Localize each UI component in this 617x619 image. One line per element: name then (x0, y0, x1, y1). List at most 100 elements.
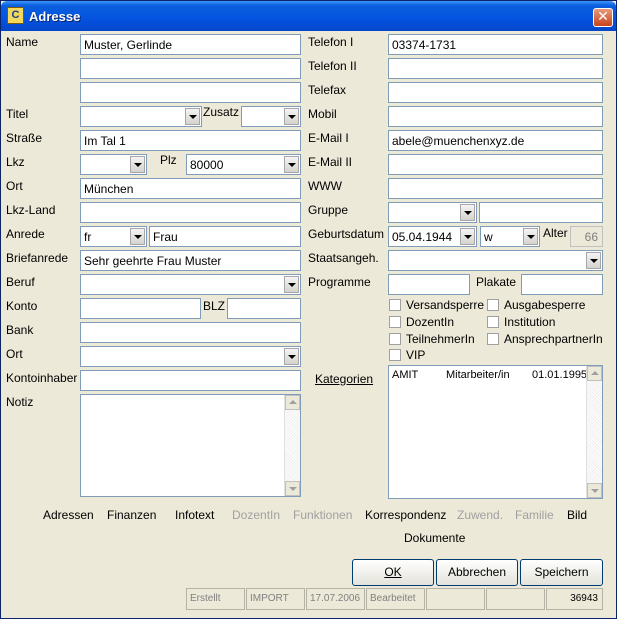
title-bar[interactable]: C Adresse ✕ (1, 1, 616, 31)
anrede-short-value: fr (84, 230, 92, 244)
chevron-down-icon[interactable] (284, 276, 299, 293)
chevron-down-icon[interactable] (130, 156, 145, 173)
beruf-select[interactable] (80, 274, 301, 295)
name-field-3[interactable] (80, 82, 301, 103)
programme-label: Programme (308, 275, 371, 289)
konto-field[interactable] (80, 298, 201, 319)
ort-label: Ort (6, 179, 23, 193)
blz-label: BLZ (203, 299, 226, 313)
lkzland-field[interactable] (80, 202, 301, 223)
mobil-field[interactable] (388, 106, 603, 127)
window-title: Adresse (29, 9, 81, 24)
titel-select[interactable] (80, 106, 202, 127)
anrede-select[interactable]: fr (80, 226, 147, 247)
checkbox-icon[interactable] (487, 299, 499, 311)
alter-field: 66 (570, 226, 603, 247)
tab-finanzen[interactable]: Finanzen (107, 508, 156, 522)
telefon1-field[interactable]: 03374-1731 (388, 34, 603, 55)
tab-familie: Familie (515, 508, 554, 522)
geschlecht-value: w (484, 230, 493, 244)
checkbox-label: Versandsperre (406, 298, 485, 312)
strasse-field[interactable]: Im Tal 1 (80, 130, 301, 151)
gruppe-select[interactable] (388, 202, 477, 223)
chevron-down-icon[interactable] (523, 228, 538, 245)
chevron-down-icon[interactable] (460, 204, 475, 221)
plakate-field[interactable] (521, 274, 603, 295)
blz-field[interactable] (227, 298, 301, 319)
plakate-label: Plakate (476, 275, 517, 289)
checkbox-label: TeilnehmerIn (406, 332, 475, 346)
tab-infotext[interactable]: Infotext (175, 508, 214, 522)
chevron-down-icon[interactable] (284, 348, 299, 365)
kategorien-label[interactable]: Kategorien (315, 372, 373, 386)
geburtsdatum-label: Geburtsdatum (308, 227, 385, 241)
gruppe-text-field[interactable] (479, 202, 603, 223)
status-bearbeitet-label: Bearbeitet (366, 588, 425, 610)
kategorien-list[interactable]: AMIT Mitarbeiter/in 01.01.1995 (388, 365, 603, 499)
checkbox-icon[interactable] (389, 333, 401, 345)
list-item[interactable]: AMIT Mitarbeiter/in 01.01.1995 (389, 369, 588, 383)
geburtsdatum-select[interactable]: 05.04.1944 (388, 226, 477, 247)
name-field-2[interactable] (80, 58, 301, 79)
chevron-down-icon[interactable] (130, 228, 145, 245)
lkz-select[interactable] (80, 154, 147, 175)
checkbox-versandsperre[interactable]: Versandsperre (389, 299, 484, 313)
zusatz-select[interactable] (241, 106, 301, 127)
checkbox-ansprechpartnerin[interactable]: AnsprechpartnerIn (487, 333, 603, 347)
ort2-label: Ort (6, 347, 23, 361)
checkbox-teilnehmerin[interactable]: TeilnehmerIn (389, 333, 475, 347)
chevron-down-icon[interactable] (185, 108, 200, 125)
scroll-down-icon[interactable] (285, 481, 300, 496)
checkbox-vip[interactable]: VIP (389, 349, 425, 363)
ort-field[interactable]: München (80, 178, 301, 199)
tab-bild[interactable]: Bild (567, 508, 587, 522)
email2-field[interactable] (388, 154, 603, 175)
kategorien-scrollbar[interactable] (586, 366, 602, 498)
checkbox-icon[interactable] (487, 316, 499, 328)
scroll-up-icon[interactable] (285, 395, 300, 410)
checkbox-label: VIP (406, 348, 426, 362)
checkbox-ausgabesperre[interactable]: Ausgabesperre (487, 299, 585, 313)
speichern-button[interactable]: Speichern (520, 559, 603, 586)
scroll-up-icon[interactable] (587, 366, 602, 381)
tab-dokumente[interactable]: Dokumente (404, 531, 465, 545)
telefon2-label: Telefon II (308, 59, 357, 73)
tab-adressen[interactable]: Adressen (43, 508, 94, 522)
scroll-down-icon[interactable] (587, 483, 602, 498)
programme-field[interactable] (388, 274, 470, 295)
strasse-label: Straße (6, 131, 43, 145)
notiz-textarea[interactable] (80, 394, 301, 497)
bank-ort-select[interactable] (80, 346, 301, 367)
telefax-field[interactable] (388, 82, 603, 103)
email1-field[interactable]: abele@muenchenxyz.de (388, 130, 603, 151)
chevron-down-icon[interactable] (460, 228, 475, 245)
chevron-down-icon[interactable] (586, 252, 601, 269)
kategorie-date: 01.01.1995 (532, 369, 588, 381)
notiz-scrollbar[interactable] (284, 395, 300, 496)
chevron-down-icon[interactable] (284, 108, 299, 125)
status-bearbeitet-by (426, 588, 485, 610)
staatsangeh-select[interactable] (388, 250, 603, 271)
bank-field[interactable] (80, 322, 301, 343)
geschlecht-select[interactable]: w (480, 226, 540, 247)
zusatz-label: Zusatz (203, 105, 240, 119)
plz-select[interactable]: 80000 (186, 154, 301, 175)
name-field-1[interactable]: Muster, Gerlinde (80, 34, 301, 55)
checkbox-icon[interactable] (389, 349, 401, 361)
status-erstellt-by: IMPORT (246, 588, 305, 610)
tab-korrespondenz[interactable]: Korrespondenz (365, 508, 446, 522)
anrede-field[interactable]: Frau (149, 226, 301, 247)
www-field[interactable] (388, 178, 603, 199)
checkbox-icon[interactable] (389, 299, 401, 311)
abbrechen-button[interactable]: Abbrechen (436, 559, 518, 586)
checkbox-institution[interactable]: Institution (487, 316, 555, 330)
chevron-down-icon[interactable] (284, 156, 299, 173)
briefanrede-field[interactable]: Sehr geehrte Frau Muster (80, 250, 301, 271)
close-icon[interactable]: ✕ (593, 8, 613, 27)
telefon2-field[interactable] (388, 58, 603, 79)
checkbox-icon[interactable] (389, 316, 401, 328)
checkbox-icon[interactable] (487, 333, 499, 345)
checkbox-dozentin[interactable]: DozentIn (389, 316, 454, 330)
ok-button[interactable]: OK (352, 559, 434, 586)
kontoinhaber-field[interactable] (80, 370, 301, 391)
